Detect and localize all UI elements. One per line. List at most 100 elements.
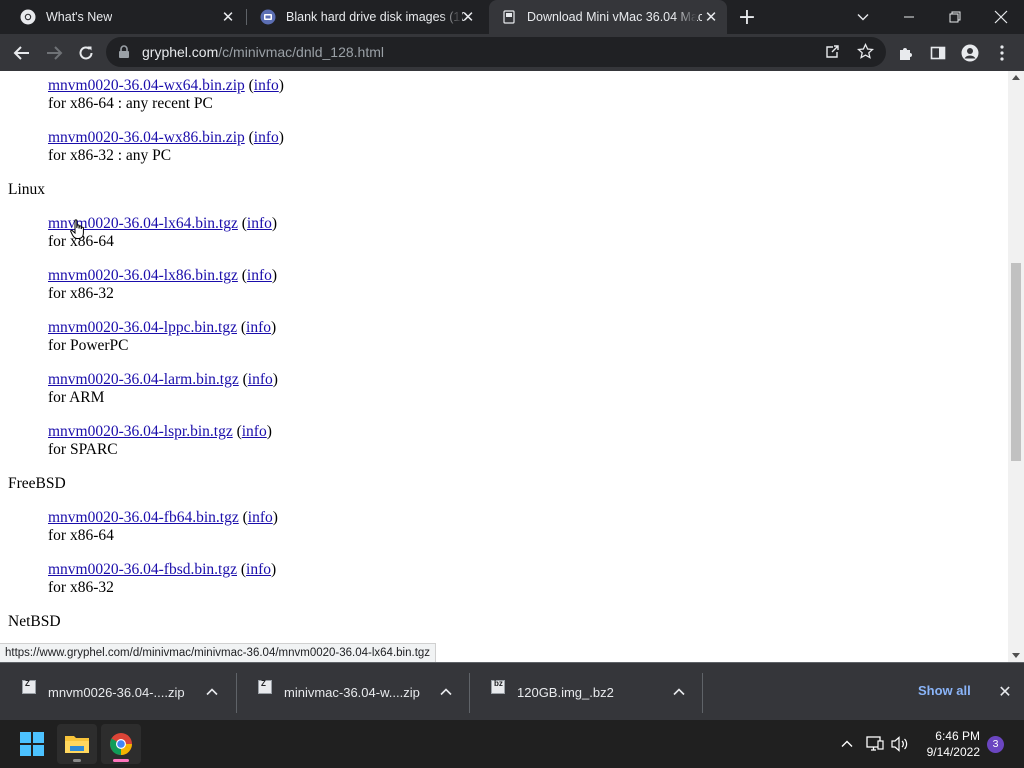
info-link[interactable]: info	[248, 509, 273, 526]
url-host: gryphel.com	[142, 44, 219, 60]
network-icon[interactable]	[866, 736, 884, 752]
tab-title-fade	[440, 0, 462, 34]
folder-icon	[65, 736, 89, 753]
download-entry: mnvm0020-36.04-larm.bin.tgz (info) for A…	[48, 371, 278, 406]
download-description: for x86-32	[48, 285, 114, 302]
download-description: for x86-32 : any PC	[48, 147, 172, 164]
info-link[interactable]: info	[254, 77, 279, 94]
chevron-up-icon[interactable]	[205, 685, 219, 699]
avatar-icon	[961, 44, 979, 62]
hand-cursor-icon	[70, 219, 84, 239]
download-entry: mnvm0020-36.04-wx64.bin.zip (info) for x…	[48, 77, 284, 112]
download-entry: mnvm0020-36.04-lppc.bin.tgz (info) for P…	[48, 319, 277, 354]
arrow-left-icon	[13, 46, 29, 60]
info-link[interactable]: info	[246, 319, 271, 336]
show-all-button[interactable]: Show all	[918, 683, 971, 698]
download-item[interactable]: Z minivmac-36.04-w....zip	[236, 663, 469, 721]
close-tab-icon[interactable]: ✕	[703, 9, 719, 25]
back-button[interactable]	[8, 39, 36, 67]
address-bar[interactable]: gryphel.com/c/minivmac/dnld_128.html	[106, 37, 886, 67]
download-filename: 120GB.img_.bz2	[517, 684, 614, 700]
info-link[interactable]: info	[247, 267, 272, 284]
side-panel-button[interactable]	[924, 39, 952, 67]
start-button[interactable]	[12, 724, 52, 764]
chevron-up-icon[interactable]	[439, 685, 453, 699]
info-link[interactable]: info	[246, 561, 271, 578]
share-icon[interactable]	[824, 44, 840, 60]
active-indicator	[113, 759, 129, 762]
download-link[interactable]: mnvm0020-36.04-lppc.bin.tgz	[48, 319, 237, 336]
new-tab-button[interactable]: +	[730, 0, 764, 34]
download-link[interactable]: mnvm0020-36.04-wx64.bin.zip	[48, 77, 245, 94]
minivmac-icon	[503, 10, 515, 24]
download-item[interactable]: bz 120GB.img_.bz2	[469, 663, 702, 721]
minimize-button[interactable]	[886, 0, 932, 34]
volume-icon[interactable]	[891, 736, 909, 752]
tab-title-fade	[675, 0, 697, 34]
restore-icon	[949, 11, 961, 23]
chevron-up-icon[interactable]	[840, 737, 854, 751]
menu-button[interactable]	[988, 39, 1016, 67]
reload-icon	[79, 46, 93, 60]
clock[interactable]: 6:46 PM 9/14/2022	[924, 728, 980, 760]
link-status-bubble: https://www.gryphel.com/d/minivmac/miniv…	[0, 643, 437, 662]
notification-badge[interactable]: 3	[987, 736, 1004, 753]
extensions-button[interactable]	[892, 39, 920, 67]
scroll-down-arrow-icon[interactable]	[1012, 653, 1020, 658]
tab-strip: What's New ✕ Blank hard drive disk image…	[0, 0, 1024, 34]
download-link[interactable]: mnvm0020-36.04-lspr.bin.tgz	[48, 423, 233, 440]
tab-title: Blank hard drive disk images (10	[286, 10, 464, 24]
reload-button[interactable]	[72, 39, 100, 67]
forward-button[interactable]	[40, 39, 68, 67]
download-link[interactable]: mnvm0020-36.04-wx86.bin.zip	[48, 129, 245, 146]
page-content: mnvm0020-36.04-wx64.bin.zip (info) for x…	[0, 71, 1008, 662]
info-link[interactable]: info	[248, 371, 273, 388]
chrome-taskbar-button[interactable]	[101, 724, 141, 764]
download-link[interactable]: mnvm0020-36.04-fbsd.bin.tgz	[48, 561, 237, 578]
puzzle-icon	[900, 48, 912, 60]
close-window-button[interactable]	[978, 0, 1024, 34]
running-indicator	[73, 759, 81, 762]
bz2-file-icon: bz	[491, 679, 505, 694]
info-link[interactable]: info	[247, 215, 272, 232]
scrollbar-thumb[interactable]	[1011, 263, 1021, 461]
plus-icon: +	[737, 4, 757, 30]
download-description: for x86-32	[48, 579, 114, 596]
tab-search-button[interactable]	[840, 0, 886, 34]
bookmark-star-icon[interactable]	[857, 43, 874, 60]
download-description: for x86-64	[48, 527, 114, 544]
download-description: for x86-64 : any recent PC	[48, 95, 213, 112]
close-shelf-icon[interactable]: ✕	[996, 683, 1014, 701]
close-tab-icon[interactable]: ✕	[220, 9, 236, 25]
download-link[interactable]: mnvm0020-36.04-larm.bin.tgz	[48, 371, 239, 388]
chevron-up-icon[interactable]	[672, 685, 686, 699]
close-icon	[994, 10, 1008, 24]
profile-button[interactable]	[956, 39, 984, 67]
scroll-up-arrow-icon[interactable]	[1012, 75, 1020, 80]
download-filename: mnvm0026-36.04-....zip	[48, 684, 185, 700]
info-link[interactable]: info	[254, 129, 279, 146]
vertical-scrollbar[interactable]	[1008, 71, 1024, 662]
download-description: for SPARC	[48, 441, 118, 458]
downloads-shelf: Z mnvm0026-36.04-....zip Z minivmac-36.0…	[0, 662, 1024, 720]
info-link[interactable]: info	[242, 423, 267, 440]
chrome-icon	[110, 733, 132, 755]
tab-title: What's New	[46, 10, 113, 24]
url-text: gryphel.com/c/minivmac/dnld_128.html	[142, 44, 384, 60]
download-link[interactable]: mnvm0020-36.04-fb64.bin.tgz	[48, 509, 239, 526]
download-entry: mnvm0020-36.04-lspr.bin.tgz (info) for S…	[48, 423, 272, 458]
clock-date: 9/14/2022	[926, 745, 980, 759]
close-tab-icon[interactable]: ✕	[460, 9, 476, 25]
side-panel-icon	[930, 46, 946, 60]
download-link[interactable]: mnvm0020-36.04-lx86.bin.tgz	[48, 267, 238, 284]
restore-button[interactable]	[932, 0, 978, 34]
zip-file-icon: Z	[22, 679, 36, 694]
download-description: for ARM	[48, 389, 105, 406]
tab-whats-new[interactable]: What's New ✕	[8, 0, 244, 34]
download-item[interactable]: Z mnvm0026-36.04-....zip	[0, 663, 236, 721]
tab-divider	[246, 9, 247, 25]
download-entry: mnvm0020-36.04-wx86.bin.zip (info) for x…	[48, 129, 284, 164]
file-explorer-button[interactable]	[57, 724, 97, 764]
url-path: /c/minivmac/dnld_128.html	[218, 44, 385, 60]
site-icon	[260, 9, 276, 25]
